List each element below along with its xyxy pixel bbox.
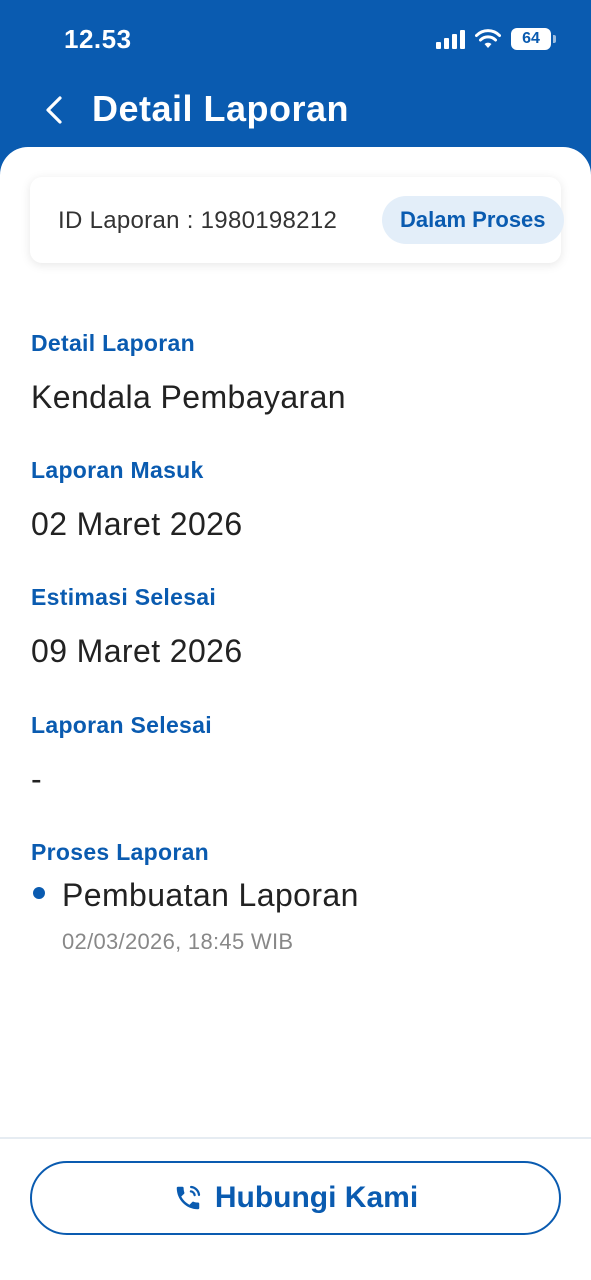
received-label: Laporan Masuk	[31, 457, 204, 483]
detail-label: Detail Laporan	[31, 330, 195, 356]
estimate-value: 09 Maret 2026	[31, 633, 243, 669]
footer-divider	[0, 1137, 591, 1139]
process-label: Proses Laporan	[31, 839, 210, 865]
content-sheet: ID Laporan : 1980198212 Dalam Proses Det…	[0, 147, 591, 1280]
estimate-label: Estimasi Selesai	[31, 584, 217, 610]
process-title: Pembuatan Laporan	[62, 877, 359, 913]
status-time: 12.53	[64, 24, 132, 54]
battery-icon: 64	[511, 28, 556, 50]
bullet-icon	[33, 887, 45, 899]
process-time: 02/03/2026, 18:45 WIB	[62, 929, 294, 954]
back-arrow-icon	[46, 96, 62, 124]
status-bar: 12.53 64	[0, 0, 591, 80]
wifi-icon	[475, 29, 501, 48]
contact-button-label: Hubungi Kami	[214, 1181, 419, 1214]
status-badge: Dalam Proses	[382, 196, 564, 244]
contact-button[interactable]: Hubungi Kami	[30, 1161, 561, 1235]
signal-icon	[436, 29, 465, 49]
detail-value: Kendala Pembayaran	[31, 379, 346, 415]
received-value: 02 Maret 2026	[31, 506, 243, 542]
status-icons: 64	[436, 26, 556, 52]
phone-icon	[176, 1185, 200, 1210]
completed-label: Laporan Selesai	[31, 712, 212, 738]
completed-value: -	[31, 761, 43, 797]
back-button[interactable]	[36, 92, 72, 128]
page-title: Detail Laporan	[92, 88, 350, 129]
report-id-card: ID Laporan : 1980198212 Dalam Proses	[30, 177, 564, 263]
report-id: ID Laporan : 1980198212	[58, 207, 338, 234]
